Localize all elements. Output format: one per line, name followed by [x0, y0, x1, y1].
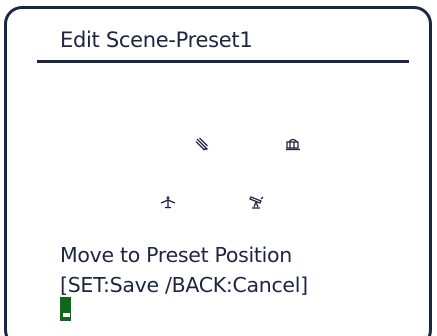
drone-icon [160, 196, 176, 209]
camera-icon [286, 138, 300, 151]
instruction-text: Move to Preset Position [60, 243, 292, 267]
telescope-icon [249, 196, 264, 209]
text-cursor-notch [63, 313, 70, 317]
text-cursor [60, 297, 71, 321]
dialog-title: Edit Scene-Preset1 [60, 28, 253, 52]
pen-icon [195, 137, 209, 151]
title-divider [37, 60, 409, 63]
key-hint-text: [SET:Save /BACK:Cancel] [60, 273, 308, 297]
